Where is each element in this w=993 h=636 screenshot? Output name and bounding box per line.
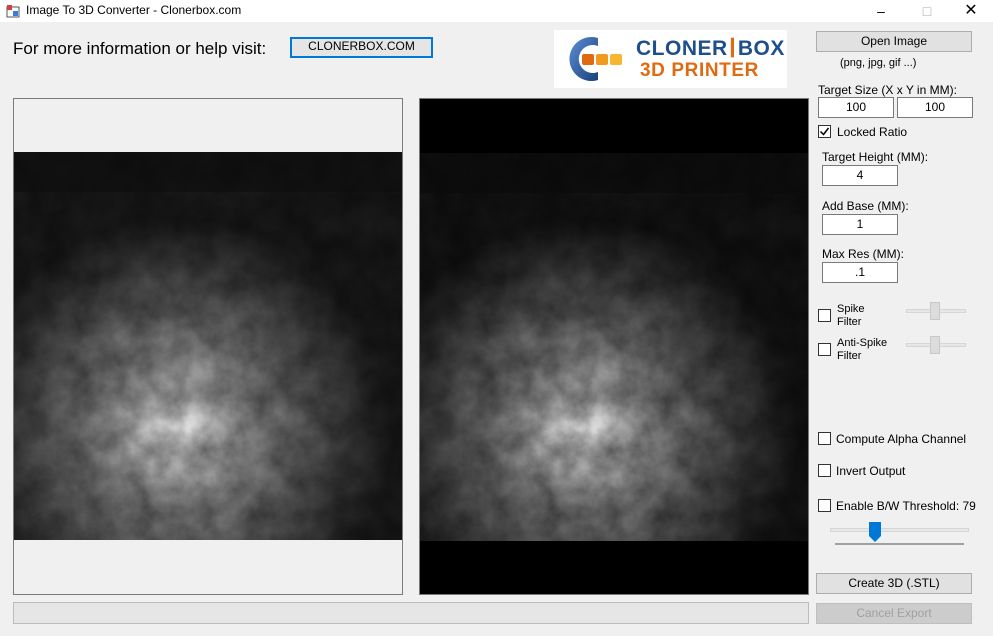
preview-heightmap-image xyxy=(420,153,808,541)
anti-spike-filter-checkbox[interactable] xyxy=(818,343,831,356)
logo-box: BOX xyxy=(737,37,785,60)
invert-output-label: Invert Output xyxy=(836,464,906,478)
bw-threshold-slider-track[interactable] xyxy=(830,528,969,532)
locked-ratio-label: Locked Ratio xyxy=(837,125,908,139)
locked-ratio-checkbox[interactable] xyxy=(818,125,831,138)
app-icon xyxy=(6,4,20,18)
max-res-label: Max Res (MM): xyxy=(822,247,904,261)
spike-filter-label-line1: Spike xyxy=(837,303,865,315)
compute-alpha-checkbox[interactable] xyxy=(818,432,831,445)
bw-threshold-tick-bar xyxy=(835,543,964,545)
maximize-icon[interactable]: □ xyxy=(904,0,950,22)
bw-threshold-slider-thumb[interactable] xyxy=(869,522,881,542)
close-icon[interactable]: ✕ xyxy=(948,0,993,22)
anti-spike-filter-label: Anti-Spike Filter xyxy=(837,337,887,363)
source-image-panel xyxy=(13,98,403,595)
bw-threshold-checkbox[interactable] xyxy=(818,499,831,512)
target-size-x-input[interactable]: 100 xyxy=(818,97,894,118)
export-progress-bar xyxy=(13,602,809,624)
target-size-label: Target Size (X x Y in MM): xyxy=(818,83,957,97)
target-height-input[interactable]: 4 xyxy=(822,165,898,186)
logo-mark-icon xyxy=(569,37,622,81)
spike-filter-slider-thumb[interactable] xyxy=(930,302,940,320)
source-heightmap-image xyxy=(14,152,402,540)
open-image-button[interactable]: Open Image xyxy=(816,31,972,52)
add-base-label: Add Base (MM): xyxy=(822,199,909,213)
compute-alpha-label: Compute Alpha Channel xyxy=(836,432,967,446)
logo-line1: CLONER┃BOX xyxy=(636,37,785,60)
target-size-y-input[interactable]: 100 xyxy=(897,97,973,118)
invert-output-checkbox[interactable] xyxy=(818,464,831,477)
anti-spike-label-line1: Anti-Spike xyxy=(837,337,888,349)
logo-cloner: CLONER xyxy=(636,37,728,60)
clonerbox-logo: CLONER┃BOX 3D PRINTER xyxy=(554,30,787,88)
minimize-icon[interactable]: – xyxy=(858,0,904,22)
cancel-export-button[interactable]: Cancel Export xyxy=(816,603,972,624)
spike-filter-label: Spike Filter xyxy=(837,303,865,329)
checkmark-icon xyxy=(819,127,830,136)
spike-filter-checkbox[interactable] xyxy=(818,309,831,322)
anti-spike-label-line2: Filter xyxy=(837,350,862,362)
create-3d-button[interactable]: Create 3D (.STL) xyxy=(816,573,972,594)
max-res-input[interactable]: .1 xyxy=(822,262,898,283)
add-base-input[interactable]: 1 xyxy=(822,214,898,235)
anti-spike-slider-thumb[interactable] xyxy=(930,336,940,354)
formats-hint: (png, jpg, gif ...) xyxy=(840,57,917,69)
info-text: For more information or help visit: xyxy=(13,39,267,58)
logo-line2: 3D PRINTER xyxy=(640,60,759,81)
bw-threshold-label: Enable B/W Threshold: 79 xyxy=(836,499,976,513)
target-height-label: Target Height (MM): xyxy=(822,150,929,164)
window-title: Image To 3D Converter - Clonerbox.com xyxy=(26,3,242,17)
clonerbox-link-button[interactable]: CLONERBOX.COM xyxy=(290,37,433,58)
preview-image-panel xyxy=(419,98,809,595)
spike-filter-label-line2: Filter xyxy=(837,316,862,328)
